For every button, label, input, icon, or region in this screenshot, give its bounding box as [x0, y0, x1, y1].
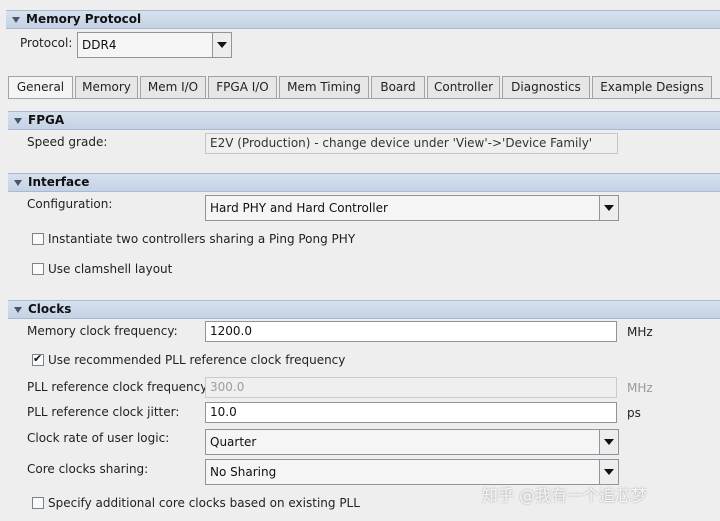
interface-section-header[interactable]: Interface	[8, 173, 720, 192]
collapse-triangle-icon[interactable]	[14, 307, 22, 313]
memory-clock-input[interactable]: 1200.0	[205, 321, 617, 342]
memory-clock-unit: MHz	[627, 325, 653, 339]
pll-jitter-label: PLL reference clock jitter:	[27, 405, 180, 419]
use-recommended-pll-label[interactable]: Use recommended PLL reference clock freq…	[48, 353, 345, 367]
tab-memory[interactable]: Memory	[75, 76, 138, 98]
speed-grade-label: Speed grade:	[27, 135, 108, 149]
clocks-section-title: Clocks	[28, 302, 72, 316]
tab-example-designs[interactable]: Example Designs	[592, 76, 712, 98]
additional-core-clocks-label[interactable]: Specify additional core clocks based on …	[48, 496, 360, 510]
tab-diagnostics[interactable]: Diagnostics	[502, 76, 590, 98]
core-clocks-sharing-value: No Sharing	[210, 465, 277, 479]
chevron-down-icon	[217, 42, 227, 48]
protocol-value: DDR4	[82, 38, 117, 52]
tab-mem-io[interactable]: Mem I/O	[140, 76, 206, 98]
configuration-dropdown-button[interactable]	[599, 196, 618, 220]
memory-protocol-header[interactable]: Memory Protocol	[6, 10, 720, 29]
core-clocks-sharing-label: Core clocks sharing:	[27, 462, 149, 476]
memory-protocol-title: Memory Protocol	[26, 12, 142, 26]
ping-pong-checkbox[interactable]	[32, 233, 44, 245]
configuration-select[interactable]: Hard PHY and Hard Controller	[205, 195, 619, 221]
ping-pong-label[interactable]: Instantiate two controllers sharing a Pi…	[48, 232, 355, 246]
user-logic-rate-dropdown-button[interactable]	[599, 430, 618, 454]
tab-content-border	[8, 98, 720, 99]
configuration-value: Hard PHY and Hard Controller	[210, 201, 388, 215]
speed-grade-field: E2V (Production) - change device under '…	[205, 133, 618, 154]
fpga-section-title: FPGA	[28, 113, 65, 127]
protocol-select[interactable]: DDR4	[77, 32, 232, 58]
collapse-triangle-icon[interactable]	[14, 118, 22, 124]
collapse-triangle-icon[interactable]	[12, 17, 20, 23]
pll-jitter-input[interactable]: 10.0	[205, 402, 617, 423]
chevron-down-icon	[604, 439, 614, 445]
interface-section-title: Interface	[28, 175, 90, 189]
protocol-dropdown-button[interactable]	[212, 33, 231, 57]
watermark: 知乎 @我有一个追芯梦	[482, 486, 648, 505]
chevron-down-icon	[604, 205, 614, 211]
configuration-label: Configuration:	[27, 197, 113, 211]
collapse-triangle-icon[interactable]	[14, 180, 22, 186]
fpga-section-header[interactable]: FPGA	[8, 111, 720, 130]
tab-general[interactable]: General	[8, 76, 73, 99]
pll-ref-freq-input: 300.0	[205, 377, 617, 398]
user-logic-rate-select[interactable]: Quarter	[205, 429, 619, 455]
tab-board[interactable]: Board	[371, 76, 425, 98]
protocol-label: Protocol:	[20, 36, 73, 50]
additional-core-clocks-checkbox[interactable]	[32, 497, 44, 509]
core-clocks-sharing-dropdown-button[interactable]	[599, 460, 618, 484]
clamshell-checkbox[interactable]	[32, 263, 44, 275]
tab-mem-timing[interactable]: Mem Timing	[279, 76, 369, 98]
pll-jitter-unit: ps	[627, 406, 641, 420]
clamshell-label[interactable]: Use clamshell layout	[48, 262, 172, 276]
user-logic-rate-value: Quarter	[210, 435, 257, 449]
user-logic-rate-label: Clock rate of user logic:	[27, 431, 170, 445]
pll-ref-freq-label: PLL reference clock frequency:	[27, 380, 211, 394]
pll-ref-freq-unit: MHz	[627, 381, 653, 395]
use-recommended-pll-checkbox[interactable]	[32, 352, 44, 366]
memory-clock-label: Memory clock frequency:	[27, 324, 178, 338]
tab-fpga-io[interactable]: FPGA I/O	[208, 76, 277, 98]
chevron-down-icon	[604, 469, 614, 475]
clocks-section-header[interactable]: Clocks	[8, 300, 720, 319]
tab-controller[interactable]: Controller	[427, 76, 500, 98]
